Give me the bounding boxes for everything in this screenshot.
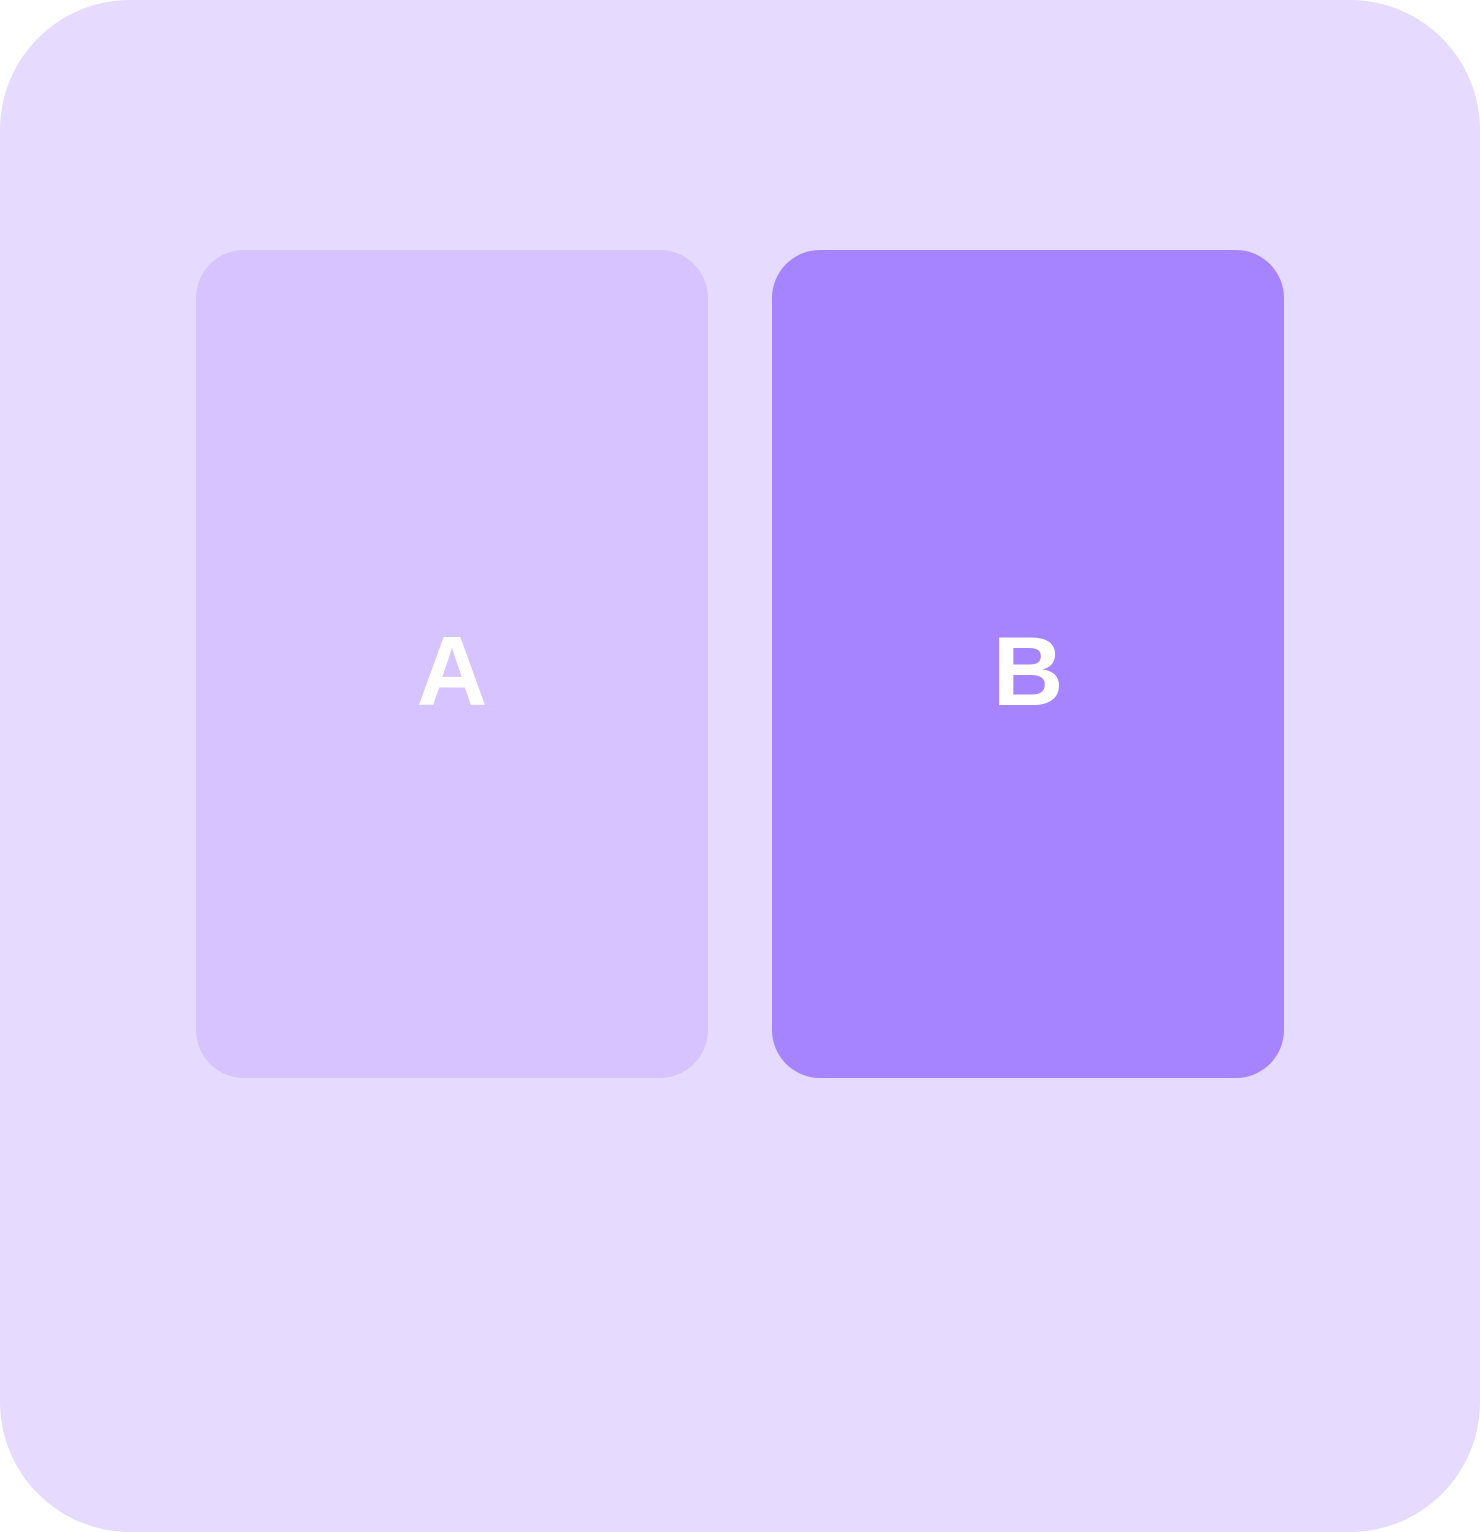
panel-b: B: [772, 250, 1284, 1078]
panel-a-label: A: [416, 616, 488, 726]
diagram-background: A B: [0, 0, 1480, 1532]
panel-a: A: [196, 250, 708, 1078]
panel-b-label: B: [992, 616, 1064, 726]
